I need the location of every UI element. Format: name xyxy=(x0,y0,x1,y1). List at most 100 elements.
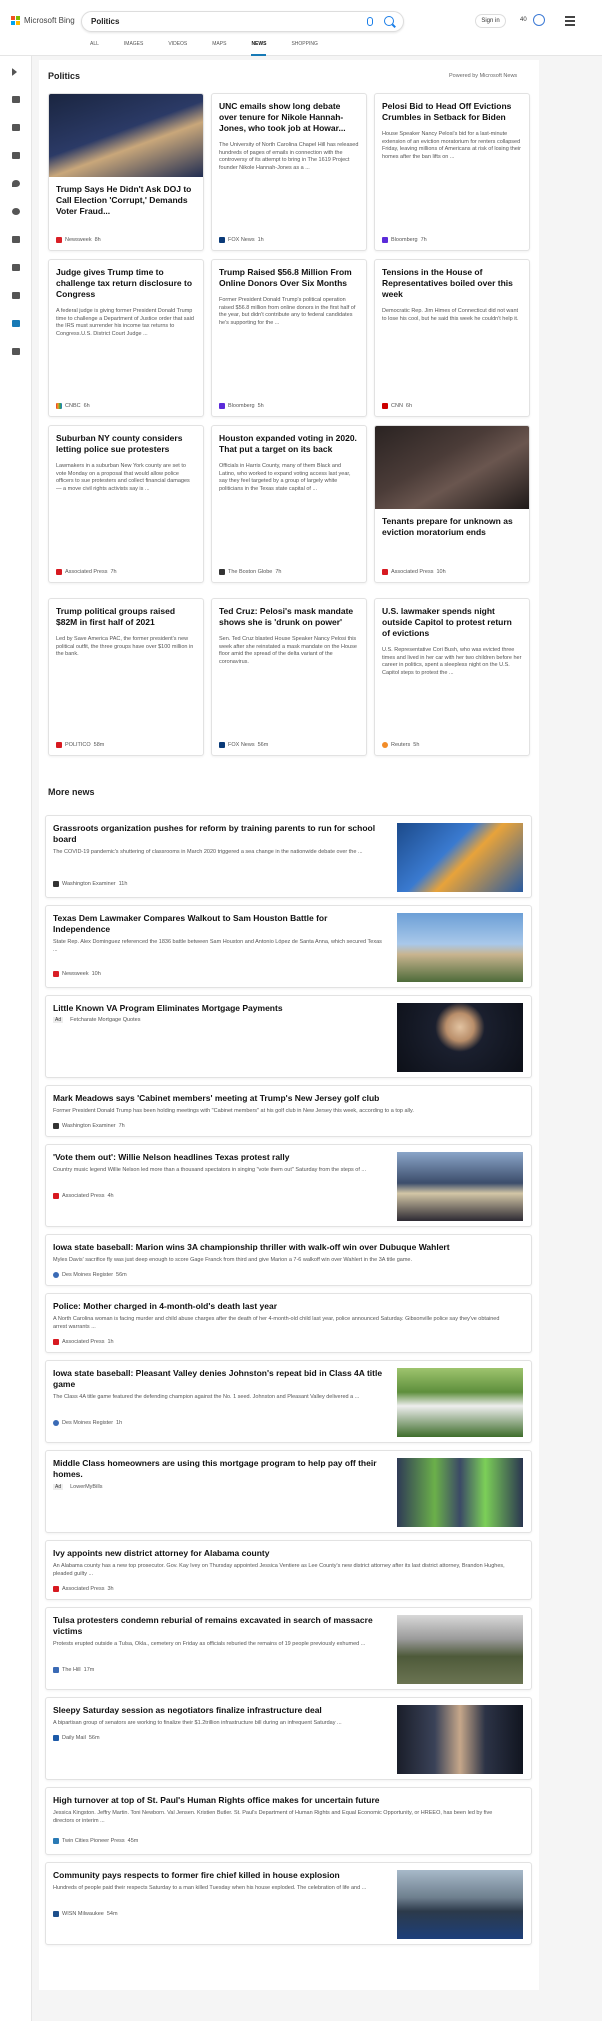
news-card[interactable]: Trump political groups raised $82M in fi… xyxy=(48,598,204,756)
item-source: Washington Examiner 7h xyxy=(53,1123,125,1129)
section-title: Politics xyxy=(48,71,81,81)
politics-icon[interactable] xyxy=(12,320,20,327)
more-news-item[interactable]: Sleepy Saturday session as negotiators f… xyxy=(45,1697,532,1780)
microsoft-logo-icon xyxy=(11,16,20,25)
news-card[interactable]: Suburban NY county considers letting pol… xyxy=(48,425,204,583)
newsweek-icon xyxy=(53,971,59,977)
mortgage-ad-photo xyxy=(397,1458,523,1527)
more-news-item[interactable]: Texas Dem Lawmaker Compares Walkout to S… xyxy=(45,905,532,988)
item-title: Mark Meadows says 'Cabinet members' meet… xyxy=(53,1093,380,1103)
card-source: Bloomberg 5h xyxy=(219,403,264,409)
more-news-item[interactable]: Little Known VA Program Eliminates Mortg… xyxy=(45,995,532,1078)
tab-all[interactable]: ALL xyxy=(90,41,99,56)
item-title: Middle Class homeowners are using this m… xyxy=(53,1458,377,1479)
item-title: Police: Mother charged in 4-month-old's … xyxy=(53,1301,278,1311)
associated-press-icon xyxy=(53,1586,59,1592)
rewards-icon[interactable] xyxy=(533,14,545,26)
tab-videos[interactable]: VIDEOS xyxy=(168,41,187,56)
sign-in-button[interactable]: Sign in xyxy=(475,14,506,28)
fox-news-icon xyxy=(219,237,225,243)
news-card[interactable]: Judge gives Trump time to challenge tax … xyxy=(48,259,204,417)
expand-sidebar-icon[interactable] xyxy=(12,68,17,76)
more-news-item[interactable]: Community pays respects to former fire c… xyxy=(45,1862,532,1945)
the-hill-icon xyxy=(53,1667,59,1673)
more-news-item[interactable]: Tulsa protesters condemn reburial of rem… xyxy=(45,1607,532,1690)
microphone-icon[interactable] xyxy=(367,17,373,26)
more-news-item[interactable]: Iowa state baseball: Pleasant Valley den… xyxy=(45,1360,532,1443)
protest-rally-photo xyxy=(397,1152,523,1221)
card-title: Trump Says He Didn't Ask DOJ to Call Ele… xyxy=(56,184,192,216)
item-snippet: The Class 4A title game featured the def… xyxy=(53,1394,360,1400)
item-source: Associated Press 1h xyxy=(53,1339,114,1345)
rewards-points[interactable]: 40 xyxy=(520,17,527,23)
card-source: POLITICO 58m xyxy=(56,742,104,748)
tab-images[interactable]: IMAGES xyxy=(124,41,143,56)
more-news-item[interactable]: Ivy appoints new district attorney for A… xyxy=(45,1540,532,1600)
item-title: Iowa state baseball: Marion wins 3A cham… xyxy=(53,1242,450,1252)
news-card[interactable]: Pelosi Bid to Head Off Evictions Crumble… xyxy=(374,93,530,251)
world-icon[interactable] xyxy=(12,208,20,215)
cemetery-photo xyxy=(397,1615,523,1684)
card-snippet: House Speaker Nancy Pelosi's bid for a l… xyxy=(382,131,521,160)
tab-maps[interactable]: MAPS xyxy=(212,41,226,56)
more-news-item[interactable]: Iowa state baseball: Marion wins 3A cham… xyxy=(45,1234,532,1286)
more-news-item[interactable]: Middle Class homeowners are using this m… xyxy=(45,1450,532,1533)
card-snippet: Officials in Harris County, many of them… xyxy=(219,463,351,492)
card-snippet: Lawmakers in a suburban New York county … xyxy=(56,463,190,492)
news-card[interactable]: Trump Raised $56.8 Million From Online D… xyxy=(211,259,367,417)
news-card[interactable]: Trump Says He Didn't Ask DOJ to Call Ele… xyxy=(48,93,204,251)
news-card[interactable]: Tenants prepare for unknown as eviction … xyxy=(374,425,530,583)
item-source: Ad Fetcharate Mortgage Quotes xyxy=(53,1017,141,1023)
cnbc-icon xyxy=(56,403,62,409)
news-card[interactable]: U.S. lawmaker spends night outside Capit… xyxy=(374,598,530,756)
bloomberg-icon xyxy=(382,237,388,243)
item-source: The Hill 17m xyxy=(53,1667,94,1673)
search-input[interactable]: Politics xyxy=(91,17,119,26)
search-icon[interactable] xyxy=(384,16,394,26)
news-card[interactable]: Ted Cruz: Pelosi's mask mandate shows sh… xyxy=(211,598,367,756)
card-snippet: A federal judge is giving former Preside… xyxy=(56,308,194,337)
more-news-item[interactable]: Grassroots organization pushes for refor… xyxy=(45,815,532,898)
powered-by[interactable]: Powered by Microsoft News xyxy=(449,73,517,79)
category-sidebar xyxy=(0,56,32,2021)
entertainment-icon[interactable] xyxy=(12,292,20,299)
hamburger-menu-icon[interactable] xyxy=(565,16,575,28)
des-moines-register-icon xyxy=(53,1272,59,1278)
item-title: Ivy appoints new district attorney for A… xyxy=(53,1548,270,1558)
card-snippet: Led by Save America PAC, the former pres… xyxy=(56,636,194,657)
sports-icon[interactable] xyxy=(12,124,20,131)
search-box[interactable]: Politics xyxy=(81,11,404,32)
ad-badge: Ad xyxy=(53,1017,64,1023)
more-news-item[interactable]: High turnover at top of St. Paul's Human… xyxy=(45,1787,532,1855)
school-board-photo xyxy=(397,823,523,892)
more-news-item[interactable]: Police: Mother charged in 4-month-old's … xyxy=(45,1293,532,1353)
item-snippet: Former President Donald Trump has been h… xyxy=(53,1108,414,1114)
news-card[interactable]: UNC emails show long debate over tenure … xyxy=(211,93,367,251)
card-title: Trump political groups raised $82M in fi… xyxy=(56,606,176,627)
washington-examiner-icon xyxy=(53,881,59,887)
tenant-photo xyxy=(375,426,529,509)
location-icon[interactable] xyxy=(12,180,20,187)
tab-shopping[interactable]: SHOPPING xyxy=(291,41,317,56)
flag-icon[interactable] xyxy=(12,152,20,159)
more-news-item[interactable]: 'Vote them out': Willie Nelson headlines… xyxy=(45,1144,532,1227)
daily-mail-icon xyxy=(53,1735,59,1741)
tab-news[interactable]: NEWS xyxy=(251,41,267,56)
money-icon[interactable] xyxy=(12,348,20,355)
news-card[interactable]: Tensions in the House of Representatives… xyxy=(374,259,530,417)
bing-logo[interactable]: Microsoft Bing xyxy=(11,16,75,25)
news-card[interactable]: Houston expanded voting in 2020. That pu… xyxy=(211,425,367,583)
science-icon[interactable] xyxy=(12,236,20,243)
card-title: UNC emails show long debate over tenure … xyxy=(219,101,346,133)
card-title: U.S. lawmaker spends night outside Capit… xyxy=(382,606,512,638)
rocket-icon[interactable] xyxy=(12,264,20,271)
home-icon[interactable] xyxy=(12,96,20,103)
item-title: Little Known VA Program Eliminates Mortg… xyxy=(53,1003,283,1013)
des-moines-register-icon xyxy=(53,1420,59,1426)
card-source: Bloomberg 7h xyxy=(382,237,427,243)
more-news-item[interactable]: Mark Meadows says 'Cabinet members' meet… xyxy=(45,1085,532,1137)
item-source: Des Moines Register 1h xyxy=(53,1420,122,1426)
card-source: Associated Press 10h xyxy=(382,569,446,575)
associated-press-icon xyxy=(53,1193,59,1199)
associated-press-icon xyxy=(53,1339,59,1345)
